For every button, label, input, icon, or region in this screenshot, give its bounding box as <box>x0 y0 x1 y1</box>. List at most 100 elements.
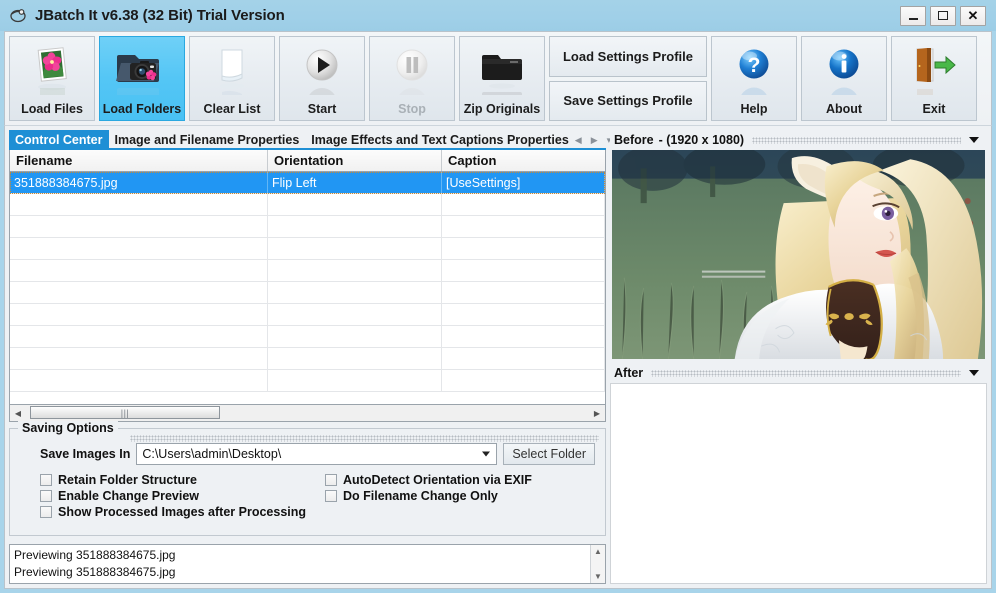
scrollbar-track[interactable]: ||| <box>26 405 589 421</box>
tab-image-effects-captions-label: Image Effects and Text Captions Properti… <box>311 133 569 147</box>
checkbox-icon[interactable] <box>40 490 52 502</box>
cell-empty <box>10 194 268 215</box>
before-panel-header: Before - (1920 x 1080) <box>610 130 987 150</box>
cell-empty <box>268 260 442 281</box>
before-collapse-icon[interactable] <box>969 137 979 143</box>
scroll-up-icon[interactable]: ▲ <box>594 547 602 556</box>
cell-empty <box>10 326 268 347</box>
table-row-empty[interactable] <box>10 304 605 326</box>
window-controls: ✕ <box>900 5 992 26</box>
help-label: Help <box>740 101 768 116</box>
cell-empty <box>442 348 605 369</box>
cell-empty <box>268 326 442 347</box>
cell-empty <box>268 348 442 369</box>
before-preview-image <box>612 150 985 360</box>
cell-empty <box>268 216 442 237</box>
column-header-orientation[interactable]: Orientation <box>268 150 442 171</box>
about-button[interactable]: About <box>801 36 887 121</box>
maximize-icon <box>938 11 948 20</box>
cell-filename: 351888384675.jpg <box>10 172 268 193</box>
table-row-empty[interactable] <box>10 326 605 348</box>
close-icon: ✕ <box>967 8 979 23</box>
checkbox-autodetect-orientation-exif[interactable]: AutoDetect Orientation via EXIF <box>305 473 595 487</box>
tab-next-icon[interactable]: ▶ <box>591 135 598 145</box>
start-label: Start <box>307 101 337 116</box>
tab-control-center[interactable]: Control Center <box>9 130 109 150</box>
zip-originals-button[interactable]: Zip Originals <box>459 36 545 121</box>
tab-image-filename-properties[interactable]: Image and Filename Properties <box>109 130 306 150</box>
scroll-down-icon[interactable]: ▼ <box>594 572 602 581</box>
cell-empty <box>442 216 605 237</box>
checkbox-label: AutoDetect Orientation via EXIF <box>343 473 532 487</box>
table-row-empty[interactable] <box>10 260 605 282</box>
minimize-button[interactable] <box>900 5 926 26</box>
select-folder-button[interactable]: Select Folder <box>503 443 595 465</box>
cell-orientation: Flip Left <box>268 172 442 193</box>
header-divider-dots <box>752 136 961 144</box>
table-row-empty[interactable] <box>10 348 605 370</box>
app-icon <box>10 7 27 24</box>
about-label: About <box>825 101 863 116</box>
exit-label: Exit <box>922 101 946 116</box>
load-files-button[interactable]: Load Files <box>9 36 95 121</box>
chevron-down-icon[interactable] <box>482 451 491 457</box>
main-toolbar: Load Files Load Folders Clear List Start… <box>4 31 992 125</box>
stop-label: Stop <box>398 101 426 116</box>
clear-list-button[interactable]: Clear List <box>189 36 275 121</box>
checkbox-enable-change-preview[interactable]: Enable Change Preview <box>20 489 305 503</box>
table-row[interactable]: 351888384675.jpg Flip Left [UseSettings] <box>10 172 605 194</box>
after-collapse-icon[interactable] <box>969 370 979 377</box>
cell-empty <box>10 370 268 391</box>
checkbox-do-filename-change-only[interactable]: Do Filename Change Only <box>305 489 595 503</box>
title-bar: JBatch It v6.38 (32 Bit) Trial Version ✕ <box>0 0 996 31</box>
checkbox-show-processed-images[interactable]: Show Processed Images after Processing <box>20 505 307 519</box>
table-row-empty[interactable] <box>10 238 605 260</box>
tab-image-filename-properties-label: Image and Filename Properties <box>114 133 300 147</box>
save-path-combobox[interactable]: C:\Users\admin\Desktop\ <box>136 443 498 465</box>
stop-button[interactable]: Stop <box>369 36 455 121</box>
close-button[interactable]: ✕ <box>960 5 986 26</box>
start-button[interactable]: Start <box>279 36 365 121</box>
save-path-value: C:\Users\admin\Desktop\ <box>142 447 282 461</box>
cell-empty <box>442 370 605 391</box>
before-preview-container[interactable] <box>610 150 987 360</box>
save-settings-profile-button[interactable]: Save Settings Profile <box>549 80 707 121</box>
table-row-empty[interactable] <box>10 216 605 238</box>
load-folders-button[interactable]: Load Folders <box>99 36 185 121</box>
checkbox-icon[interactable] <box>325 474 337 486</box>
cell-empty <box>442 194 605 215</box>
column-header-caption[interactable]: Caption <box>442 150 605 171</box>
svg-text:?: ? <box>748 54 761 77</box>
tab-control-center-label: Control Center <box>15 133 103 147</box>
tab-prev-icon[interactable]: ◀ <box>575 135 582 145</box>
checkbox-icon[interactable] <box>40 506 52 518</box>
file-list-table: Filename Orientation Caption 35188838467… <box>9 150 606 405</box>
log-scrollbar[interactable]: ▲ ▼ <box>590 545 605 583</box>
scrollbar-thumb[interactable]: ||| <box>30 406 220 419</box>
tab-image-effects-captions[interactable]: Image Effects and Text Captions Properti… <box>305 130 574 150</box>
maximize-button[interactable] <box>930 5 956 26</box>
table-row-empty[interactable] <box>10 282 605 304</box>
scroll-left-icon[interactable]: ◀ <box>10 409 26 418</box>
log-panel: Previewing 351888384675.jpg Previewing 3… <box>9 544 606 584</box>
column-header-filename[interactable]: Filename <box>10 150 268 171</box>
checkbox-icon[interactable] <box>325 490 337 502</box>
checkbox-retain-folder-structure[interactable]: Retain Folder Structure <box>20 473 305 487</box>
table-row-empty[interactable] <box>10 370 605 392</box>
checkbox-label: Show Processed Images after Processing <box>58 505 307 519</box>
saving-options-title: Saving Options <box>18 421 118 435</box>
help-button[interactable]: ? Help <box>711 36 797 121</box>
saving-options-group: Saving Options Save Images In C:\Users\a… <box>9 421 606 536</box>
cell-empty <box>442 282 605 303</box>
left-pane: Control Center Image and Filename Proper… <box>9 130 611 584</box>
load-settings-profile-button[interactable]: Load Settings Profile <box>549 36 707 77</box>
checkbox-icon[interactable] <box>40 474 52 486</box>
exit-button[interactable]: Exit <box>891 36 977 121</box>
scroll-right-icon[interactable]: ▶ <box>589 409 605 418</box>
after-preview-container[interactable] <box>610 383 987 584</box>
tab-underline <box>9 148 606 150</box>
header-divider-dots <box>651 369 961 377</box>
folder-camera-icon <box>100 37 184 103</box>
horizontal-scrollbar[interactable]: ◀ ||| ▶ <box>9 405 606 422</box>
table-row-empty[interactable] <box>10 194 605 216</box>
